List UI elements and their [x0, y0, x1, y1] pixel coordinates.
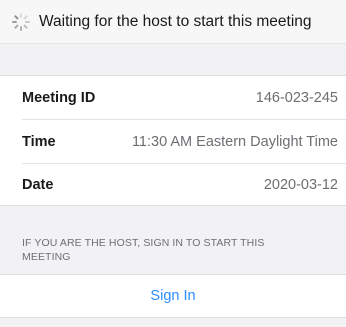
waiting-header: Waiting for the host to start this meeti…	[0, 0, 346, 44]
waiting-title: Waiting for the host to start this meeti…	[39, 12, 312, 30]
meeting-time-label: Time	[22, 133, 56, 150]
meeting-id-label: Meeting ID	[22, 89, 96, 106]
sign-in-button[interactable]: Sign In	[0, 274, 346, 318]
sign-in-label: Sign In	[150, 288, 196, 304]
meeting-time-value: 11:30 AM Eastern Daylight Time	[131, 133, 338, 150]
host-sign-in-note: IF YOU ARE THE HOST, SIGN IN TO START TH…	[22, 237, 265, 263]
meeting-id-value: 146-023-245	[255, 89, 338, 106]
meeting-details-card: Meeting ID 146-023-245 Time 11:30 AM Eas…	[0, 75, 346, 206]
meeting-date-value: 2020-03-12	[263, 176, 338, 193]
meeting-date-row: Date 2020-03-12	[0, 163, 346, 206]
meeting-date-label: Date	[22, 176, 54, 193]
loading-spinner-icon	[11, 12, 31, 32]
meeting-id-row: Meeting ID 146-023-245	[0, 76, 346, 119]
meeting-time-row: Time 11:30 AM Eastern Daylight Time	[0, 120, 346, 163]
